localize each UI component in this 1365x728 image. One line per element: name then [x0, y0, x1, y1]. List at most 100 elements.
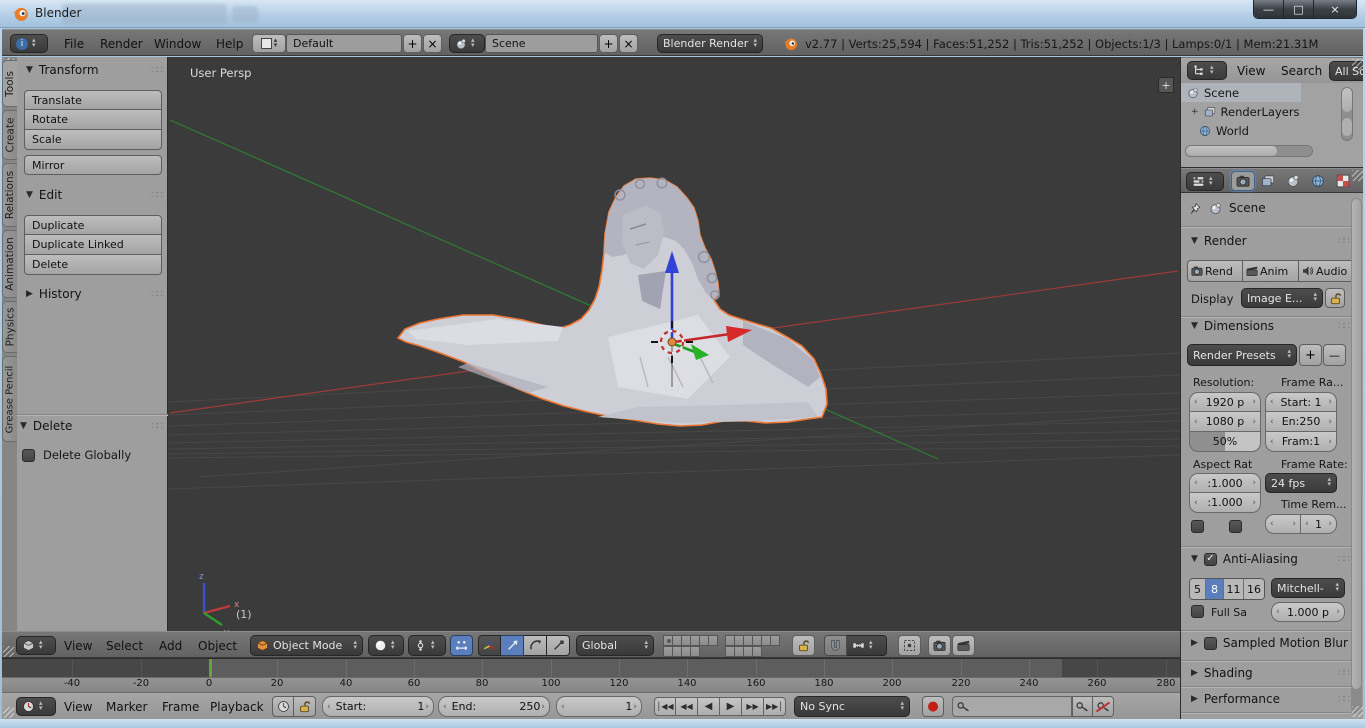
display-lock-button[interactable]: [1325, 288, 1345, 308]
screen-layout-name-field[interactable]: Default: [286, 34, 402, 53]
resolution-y-field[interactable]: ‹1080 p›: [1189, 412, 1261, 432]
opengl-render-button[interactable]: [928, 635, 951, 656]
resolution-x-field[interactable]: ‹1920 p›: [1189, 392, 1261, 412]
scene-name-field[interactable]: Scene: [485, 34, 598, 53]
viewport-3d[interactable]: z x y User Persp (1) +: [168, 57, 1180, 631]
shelf-tab-relations[interactable]: Relations: [2, 163, 17, 227]
render-anim-button[interactable]: Anim: [1243, 260, 1299, 282]
vp-menu-select[interactable]: Select: [106, 639, 143, 653]
info-editor-type-button[interactable]: i ▴▾: [10, 34, 48, 53]
rotate-button[interactable]: Rotate: [24, 110, 162, 130]
panel-grip-icon[interactable]: ∷∷: [1338, 554, 1349, 565]
panel-grip-icon[interactable]: ∷∷: [151, 190, 162, 201]
menu-render[interactable]: Render: [100, 37, 143, 51]
manipulate-centers-toggle[interactable]: [450, 635, 473, 656]
mode-dropdown[interactable]: Object Mode ▴▾: [250, 635, 363, 656]
panel-grip-icon[interactable]: ∷∷: [1338, 694, 1349, 705]
current-frame-marker[interactable]: [209, 659, 212, 677]
vscroll-thumb[interactable]: [1342, 88, 1352, 112]
aspect-y-field[interactable]: ‹:1.000›: [1189, 493, 1261, 513]
insert-keyframe-button[interactable]: [1072, 696, 1093, 717]
properties-vscroll-thumb[interactable]: [1352, 199, 1361, 689]
snap-element-dropdown[interactable]: ▴▾: [847, 635, 887, 656]
panel-grip-icon[interactable]: ∷∷: [151, 65, 162, 76]
viewport-canvas[interactable]: z x y: [168, 57, 1180, 631]
expand-icon[interactable]: +: [1191, 107, 1199, 117]
corner-grip[interactable]: [1352, 170, 1363, 181]
shelf-tab-create[interactable]: Create: [2, 110, 17, 160]
opengl-anim-button[interactable]: [952, 635, 975, 656]
performance-panel-header[interactable]: ▶ Performance ∷∷: [1191, 692, 1349, 706]
display-dropdown[interactable]: Image E... ▴▾: [1241, 288, 1323, 308]
tl-menu-playback[interactable]: Playback: [210, 700, 264, 714]
anti-aliasing-checkbox[interactable]: ✓: [1204, 553, 1217, 566]
tl-menu-frame[interactable]: Frame: [162, 700, 199, 714]
layout-delete-button[interactable]: ×: [423, 34, 442, 53]
tab-world[interactable]: [1306, 171, 1330, 191]
start-frame-field[interactable]: ‹ Start: 1 ›: [322, 696, 434, 717]
time-remap-b-field[interactable]: ‹1›: [1301, 514, 1337, 534]
tab-scene[interactable]: [1281, 171, 1305, 191]
outliner-vscrollbar[interactable]: [1341, 87, 1353, 141]
scale-button[interactable]: Scale: [24, 130, 162, 150]
os-titlebar[interactable]: Blender — □ ×: [0, 0, 1365, 28]
render-still-button[interactable]: Rend: [1187, 260, 1243, 282]
layout-add-button[interactable]: +: [403, 34, 422, 53]
region-expand-button[interactable]: +: [1158, 77, 1174, 93]
history-panel-header[interactable]: ▶ History ∷∷: [26, 287, 162, 301]
dimensions-panel-header[interactable]: ▼ Dimensions ∷∷: [1191, 319, 1349, 333]
delete-keyframe-button[interactable]: [1093, 696, 1114, 717]
timeline-track[interactable]: [2, 658, 1180, 677]
snap-toggle-button[interactable]: [824, 635, 847, 656]
aa-sample-5[interactable]: 5: [1190, 579, 1206, 599]
properties-vscrollbar[interactable]: [1351, 198, 1362, 714]
aa-sample-11[interactable]: 11: [1224, 579, 1244, 599]
aa-sample-8[interactable]: 8: [1206, 579, 1224, 599]
outliner-item-scene[interactable]: Scene: [1181, 83, 1301, 102]
tab-render-layers[interactable]: [1256, 171, 1280, 191]
jump-to-end-button[interactable]: ▶▶│: [764, 697, 786, 716]
duplicate-button[interactable]: Duplicate: [24, 215, 162, 235]
menu-window[interactable]: Window: [154, 37, 201, 51]
duplicate-linked-button[interactable]: Duplicate Linked: [24, 235, 162, 255]
fps-dropdown[interactable]: 24 fps ▴▾: [1265, 473, 1337, 493]
translate-button[interactable]: Translate: [24, 90, 162, 110]
edit-panel-header[interactable]: ▼ Edit ∷∷: [26, 188, 162, 202]
timeline-editor-type-button[interactable]: ▴▾: [16, 697, 56, 716]
layer-cell[interactable]: [770, 635, 780, 646]
aa-filter-dropdown[interactable]: Mitchell- ▴▾: [1271, 578, 1345, 598]
current-frame-field[interactable]: ‹ 1 ›: [556, 696, 642, 717]
mirror-button[interactable]: Mirror: [24, 155, 162, 175]
vp-menu-view[interactable]: View: [64, 639, 92, 653]
preview-range-button[interactable]: [272, 696, 294, 717]
frame-start-field[interactable]: ‹Start: 1›: [1265, 392, 1337, 412]
layer-cell[interactable]: [690, 646, 700, 657]
close-button[interactable]: ×: [1314, 0, 1356, 18]
pivot-dropdown[interactable]: ▴▾: [408, 635, 446, 656]
transform-panel-header[interactable]: ▼ Transform ∷∷: [26, 63, 162, 77]
time-remap-a-field[interactable]: ‹›: [1265, 514, 1301, 534]
render-region-button[interactable]: [898, 635, 921, 656]
properties-editor-type-button[interactable]: ▴▾: [1186, 172, 1224, 191]
record-button[interactable]: ●: [922, 696, 944, 717]
sampled-motion-blur-checkbox[interactable]: [1204, 637, 1217, 650]
aspect-checkbox-a[interactable]: [1191, 520, 1204, 533]
jump-to-start-button[interactable]: │◀◀: [654, 697, 676, 716]
scene-icon-button[interactable]: ▴▾: [449, 34, 485, 53]
panel-grip-icon[interactable]: ∷∷: [151, 289, 162, 300]
operator-panel-header[interactable]: ▼ Delete ∷∷: [20, 419, 162, 433]
layer-cell[interactable]: [708, 635, 718, 646]
keying-set-field[interactable]: [952, 696, 1072, 717]
prev-keyframe-button[interactable]: ◀◀: [676, 697, 698, 716]
shelf-tab-physics[interactable]: Physics: [2, 301, 17, 353]
layer-cell[interactable]: [752, 646, 762, 657]
corner-grip[interactable]: [3, 707, 14, 718]
corner-grip[interactable]: [1352, 706, 1363, 717]
shelf-tab-tools[interactable]: Tools: [2, 60, 17, 107]
shading-dropdown[interactable]: ▴▾: [368, 635, 404, 656]
post-processing-panel-header[interactable]: ▶ Post Processing ∷∷: [1191, 718, 1349, 719]
orientation-dropdown[interactable]: Global ▴▾: [576, 635, 654, 656]
vp-menu-add[interactable]: Add: [159, 639, 182, 653]
maximize-button[interactable]: □: [1284, 0, 1314, 18]
vscroll-thumb2[interactable]: [1342, 118, 1352, 136]
